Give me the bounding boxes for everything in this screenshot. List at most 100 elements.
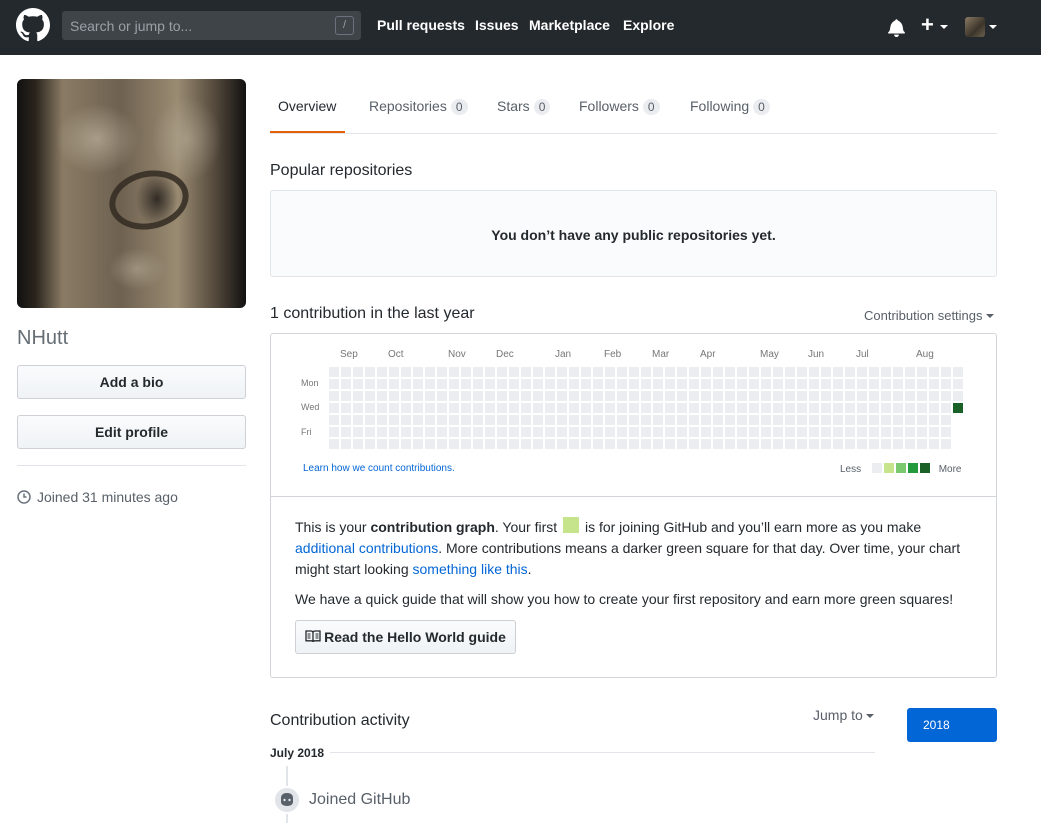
contribution-day[interactable] xyxy=(341,439,351,449)
contribution-day[interactable] xyxy=(869,379,879,389)
contribution-day[interactable] xyxy=(809,367,819,377)
github-logo-icon[interactable] xyxy=(16,8,50,42)
contribution-day[interactable] xyxy=(737,415,747,425)
contribution-day[interactable] xyxy=(701,439,711,449)
contribution-day[interactable] xyxy=(329,391,339,401)
contribution-day[interactable] xyxy=(629,403,639,413)
contribution-day[interactable] xyxy=(809,427,819,437)
contribution-day[interactable] xyxy=(905,415,915,425)
contribution-day[interactable] xyxy=(413,415,423,425)
contribution-day[interactable] xyxy=(425,427,435,437)
contribution-day[interactable] xyxy=(869,391,879,401)
contribution-day[interactable] xyxy=(845,427,855,437)
contribution-day[interactable] xyxy=(377,427,387,437)
contribution-day[interactable] xyxy=(425,391,435,401)
contribution-day[interactable] xyxy=(737,391,747,401)
contribution-day[interactable] xyxy=(857,367,867,377)
contribution-day[interactable] xyxy=(677,391,687,401)
contribution-day[interactable] xyxy=(545,415,555,425)
contribution-day[interactable] xyxy=(917,391,927,401)
contribution-day[interactable] xyxy=(581,379,591,389)
contribution-day[interactable] xyxy=(437,439,447,449)
contribution-day[interactable] xyxy=(857,379,867,389)
contribution-day[interactable] xyxy=(677,379,687,389)
contribution-day[interactable] xyxy=(809,439,819,449)
contribution-day[interactable] xyxy=(581,403,591,413)
contribution-day[interactable] xyxy=(797,367,807,377)
contribution-day[interactable] xyxy=(845,439,855,449)
contribution-day[interactable] xyxy=(737,367,747,377)
contribution-day[interactable] xyxy=(713,439,723,449)
tab-followers[interactable]: Followers 0 xyxy=(579,98,660,115)
contribution-day[interactable] xyxy=(917,415,927,425)
contribution-day[interactable] xyxy=(377,391,387,401)
contribution-day[interactable] xyxy=(881,439,891,449)
contribution-day[interactable] xyxy=(449,427,459,437)
contribution-day[interactable] xyxy=(581,439,591,449)
contribution-day[interactable] xyxy=(353,403,363,413)
contribution-day[interactable] xyxy=(857,391,867,401)
contribution-day[interactable] xyxy=(497,415,507,425)
contribution-day[interactable] xyxy=(341,379,351,389)
contribution-day[interactable] xyxy=(797,439,807,449)
contribution-day[interactable] xyxy=(413,427,423,437)
contribution-day[interactable] xyxy=(905,427,915,437)
contribution-day[interactable] xyxy=(665,427,675,437)
contribution-day[interactable] xyxy=(593,367,603,377)
contribution-day[interactable] xyxy=(353,427,363,437)
contribution-day[interactable] xyxy=(929,439,939,449)
contribution-day[interactable] xyxy=(521,403,531,413)
contribution-day[interactable] xyxy=(761,379,771,389)
contribution-day[interactable] xyxy=(725,391,735,401)
jump-to-dropdown[interactable]: Jump to xyxy=(813,707,874,723)
contribution-day[interactable] xyxy=(905,391,915,401)
contribution-day[interactable] xyxy=(941,367,951,377)
contribution-day[interactable] xyxy=(329,367,339,377)
contribution-day[interactable] xyxy=(833,439,843,449)
contribution-day[interactable] xyxy=(593,403,603,413)
contribution-day[interactable] xyxy=(917,403,927,413)
contribution-day[interactable] xyxy=(869,439,879,449)
contribution-settings-dropdown[interactable]: Contribution settings xyxy=(864,308,994,323)
contribution-day[interactable] xyxy=(605,367,615,377)
contribution-day[interactable] xyxy=(557,415,567,425)
contribution-day[interactable] xyxy=(869,427,879,437)
contribution-day[interactable] xyxy=(665,379,675,389)
contribution-day[interactable] xyxy=(389,367,399,377)
contribution-day[interactable] xyxy=(485,379,495,389)
contribution-day[interactable] xyxy=(881,379,891,389)
contribution-day[interactable] xyxy=(473,367,483,377)
contribution-day[interactable] xyxy=(497,391,507,401)
contribution-day[interactable] xyxy=(929,415,939,425)
contribution-day[interactable] xyxy=(641,391,651,401)
contribution-day[interactable] xyxy=(713,367,723,377)
contribution-day[interactable] xyxy=(725,415,735,425)
contribution-day[interactable] xyxy=(905,379,915,389)
contribution-day[interactable] xyxy=(521,427,531,437)
contribution-day[interactable] xyxy=(401,427,411,437)
contribution-day[interactable] xyxy=(485,403,495,413)
contribution-day[interactable] xyxy=(653,427,663,437)
contribution-day[interactable] xyxy=(929,379,939,389)
contribution-day[interactable] xyxy=(509,427,519,437)
contribution-day[interactable] xyxy=(377,439,387,449)
edit-profile-button[interactable]: Edit profile xyxy=(17,415,246,449)
contribution-day[interactable] xyxy=(485,427,495,437)
contribution-day[interactable] xyxy=(677,367,687,377)
contribution-day[interactable] xyxy=(677,403,687,413)
contribution-day[interactable] xyxy=(821,439,831,449)
contribution-day[interactable] xyxy=(701,403,711,413)
contribution-day[interactable] xyxy=(401,367,411,377)
contribution-day[interactable] xyxy=(581,427,591,437)
contribution-day[interactable] xyxy=(917,439,927,449)
contribution-day[interactable] xyxy=(437,379,447,389)
contribution-day[interactable] xyxy=(857,415,867,425)
contribution-day[interactable] xyxy=(569,427,579,437)
contribution-day[interactable] xyxy=(365,427,375,437)
contribution-day[interactable] xyxy=(389,379,399,389)
contribution-day[interactable] xyxy=(401,415,411,425)
contribution-day[interactable] xyxy=(737,439,747,449)
contribution-day[interactable] xyxy=(701,427,711,437)
contribution-day[interactable] xyxy=(701,391,711,401)
contribution-day[interactable] xyxy=(353,439,363,449)
